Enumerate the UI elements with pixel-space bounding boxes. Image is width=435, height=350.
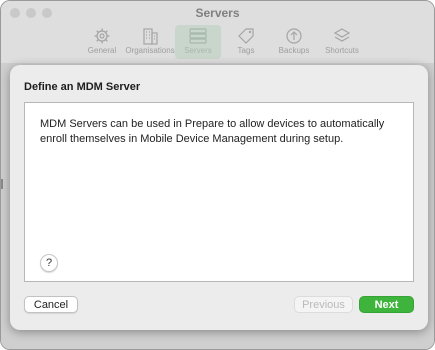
title-bar: Servers General Organisations Servers Ta… (1, 1, 434, 63)
description-panel: MDM Servers can be used in Prepare to al… (24, 102, 414, 282)
tab-general-label: General (87, 46, 117, 55)
cancel-button[interactable]: Cancel (24, 296, 78, 313)
tab-tags[interactable]: Tags (223, 25, 269, 59)
servers-icon (189, 28, 207, 44)
tab-shortcuts-label: Shortcuts (325, 46, 359, 55)
app-window: Servers General Organisations Servers Ta… (0, 0, 435, 350)
tab-servers-label: Servers (184, 46, 212, 55)
sheet-title: Define an MDM Server (24, 81, 141, 93)
previous-button[interactable]: Previous (294, 296, 353, 313)
next-button[interactable]: Next (359, 296, 414, 313)
tab-general[interactable]: General (79, 25, 125, 59)
mdm-server-sheet: Define an MDM Server MDM Servers can be … (10, 65, 428, 330)
building-icon (143, 28, 158, 45)
tab-backups-label: Backups (278, 46, 310, 55)
help-button[interactable]: ? (40, 254, 58, 272)
tab-backups[interactable]: Backups (271, 25, 317, 59)
tag-icon (238, 28, 254, 44)
gear-icon (94, 28, 110, 44)
window-edge-mark (1, 179, 3, 189)
shortcuts-icon (333, 28, 351, 42)
backup-icon (286, 28, 302, 44)
tab-tags-label: Tags (237, 46, 255, 55)
tab-shortcuts[interactable]: Shortcuts (319, 25, 365, 59)
tab-organisations[interactable]: Organisations (125, 25, 175, 59)
tab-servers[interactable]: Servers (175, 25, 221, 59)
preferences-toolbar: General Organisations Servers Tags Backu… (79, 25, 365, 59)
tab-organisations-label: Organisations (125, 46, 175, 55)
window-title: Servers (195, 6, 240, 20)
description-text: MDM Servers can be used in Prepare to al… (40, 118, 385, 145)
